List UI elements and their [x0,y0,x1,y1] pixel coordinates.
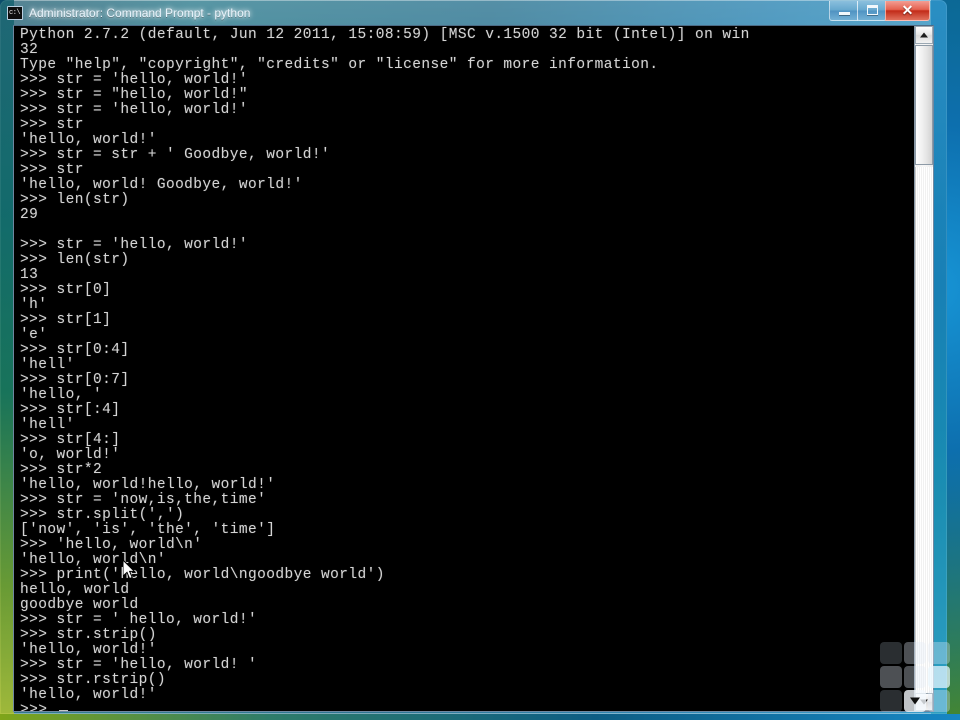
scrollbar-thumb[interactable] [915,45,933,165]
console-client-area[interactable]: Python 2.7.2 (default, Jun 12 2011, 15:0… [13,25,934,712]
command-prompt-window: Administrator: Command Prompt - python ✕… [0,0,947,714]
scroll-up-button[interactable] [915,26,933,44]
maximize-icon [867,5,878,15]
window-controls: ✕ [829,1,930,21]
window-frame-left-edge [0,0,14,714]
window-title: Administrator: Command Prompt - python [29,5,251,20]
desktop-bottom-strip [0,714,960,720]
scroll-up-arrow-icon [920,32,928,38]
console-output-text: Python 2.7.2 (default, Jun 12 2011, 15:0… [20,27,750,711]
scroll-down-arrow-icon [920,699,928,705]
minimize-button[interactable] [829,1,858,21]
minimize-icon [839,12,850,15]
title-bar[interactable]: Administrator: Command Prompt - python [0,0,947,25]
vertical-scrollbar[interactable] [914,26,933,711]
console-screen[interactable]: Python 2.7.2 (default, Jun 12 2011, 15:0… [14,26,916,711]
close-icon: ✕ [901,2,914,18]
console-cursor [58,710,68,711]
command-prompt-icon [7,5,23,20]
scroll-down-button[interactable] [915,693,933,711]
maximize-button[interactable] [857,1,886,21]
scrollbar-track[interactable] [915,167,933,693]
close-button[interactable]: ✕ [885,1,930,21]
